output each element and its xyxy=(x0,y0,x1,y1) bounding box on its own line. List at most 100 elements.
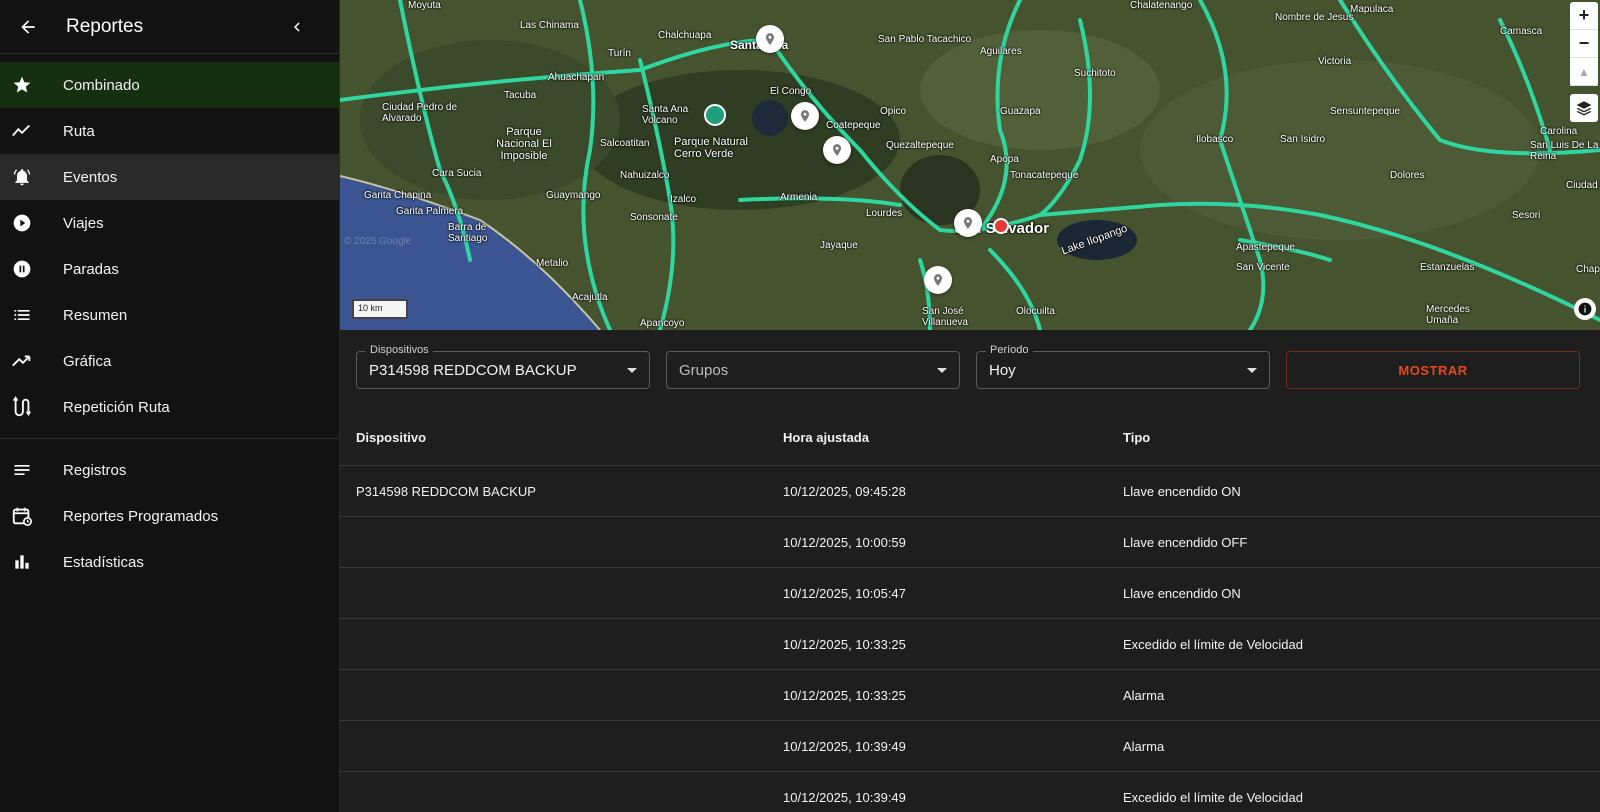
cell-time: 10/12/2025, 10:39:49 xyxy=(783,738,906,754)
table-row[interactable]: 10/12/2025, 10:33:25 Excedido el límite … xyxy=(340,619,1600,670)
sidebar-item-paradas[interactable]: Paradas xyxy=(0,246,339,292)
sidebar-item-label: Registros xyxy=(63,461,127,479)
cell-type: Alarma xyxy=(1123,687,1165,703)
cell-type: Llave encendido OFF xyxy=(1123,534,1248,550)
map-label: Nombre de Jesus xyxy=(1275,12,1354,23)
zoom-out-button[interactable]: − xyxy=(1570,30,1598,58)
sidebar-item-label: Estadísticas xyxy=(63,553,144,571)
main-content: Moyuta Las Chinama Chalchuapa Santa Ana … xyxy=(340,0,1600,812)
map-label: Dolores xyxy=(1390,170,1425,181)
sidebar-item-ruta[interactable]: Ruta xyxy=(0,108,339,154)
location-pin-icon[interactable] xyxy=(791,102,819,130)
map-label: Acajutla xyxy=(572,292,608,303)
map-label: Las Chinama xyxy=(520,20,579,31)
map-label: San Isidro xyxy=(1280,134,1326,145)
map-label: Opico xyxy=(880,106,907,117)
sidebar-item-label: Repetición Ruta xyxy=(63,398,170,416)
devices-value: P314598 REDDCOM BACKUP xyxy=(369,361,577,379)
map-label: Tacuba xyxy=(504,90,537,101)
map[interactable]: Moyuta Las Chinama Chalchuapa Santa Ana … xyxy=(340,0,1600,330)
sidebar-item-repeticion-ruta[interactable]: Repetición Ruta xyxy=(0,384,339,430)
cell-type: Excedido el límite de Velocidad xyxy=(1123,636,1303,652)
sidebar-item-label: Resumen xyxy=(63,306,128,324)
map-label: Moyuta xyxy=(408,0,441,11)
map-label: Ahuachapan xyxy=(548,72,605,83)
location-pin-icon[interactable] xyxy=(954,209,982,237)
sidebar-item-label: Combinado xyxy=(63,76,140,94)
map-label: Apopa xyxy=(990,154,1019,165)
map-label: Estanzuelas xyxy=(1420,262,1475,273)
sidebar-item-eventos[interactable]: Eventos xyxy=(0,154,339,200)
info-icon[interactable] xyxy=(1574,298,1596,320)
table-row[interactable]: 10/12/2025, 10:05:47 Llave encendido ON xyxy=(340,568,1600,619)
map-label: San José Villanueva xyxy=(922,306,968,328)
cell-time: 10/12/2025, 09:45:28 xyxy=(783,483,906,499)
chevron-left-icon[interactable] xyxy=(285,15,309,39)
groups-select[interactable]: Grupos xyxy=(666,351,960,389)
table-row[interactable]: 10/12/2025, 10:39:49 Excedido el límite … xyxy=(340,772,1600,812)
sidebar-item-grafica[interactable]: Gráfica xyxy=(0,338,339,384)
map-label: Apastepeque xyxy=(1236,242,1295,253)
sidebar-item-label: Paradas xyxy=(63,260,119,278)
map-label: El Congo xyxy=(770,86,812,97)
map-label: San Vicente xyxy=(1236,262,1290,273)
sidebar-item-label: Viajes xyxy=(63,214,104,232)
map-label: Santa Ana Volcano xyxy=(642,104,689,126)
location-pin-icon[interactable] xyxy=(756,25,784,53)
route-line-icon xyxy=(10,119,34,143)
devices-select[interactable]: Dispositivos P314598 REDDCOM BACKUP xyxy=(356,344,650,389)
pause-circle-icon xyxy=(10,257,34,281)
dropdown-arrow-icon xyxy=(937,367,947,373)
location-pin-icon[interactable] xyxy=(924,266,952,294)
sidebar-item-resumen[interactable]: Resumen xyxy=(0,292,339,338)
map-label: Guaymango xyxy=(546,190,601,201)
list-icon xyxy=(10,303,34,327)
bar-chart-icon xyxy=(10,550,34,574)
map-label: Apancoyo xyxy=(640,318,685,329)
sidebar-item-viajes[interactable]: Viajes xyxy=(0,200,339,246)
sidebar-item-reportes-programados[interactable]: Reportes Programados xyxy=(0,493,339,539)
menu-divider xyxy=(0,438,339,439)
map-label: Armenia xyxy=(780,192,818,203)
sidebar-item-combinado[interactable]: Combinado xyxy=(0,62,339,108)
map-label: Guazapa xyxy=(1000,106,1041,117)
map-label: Barra de Santiago xyxy=(448,222,488,244)
sidebar-title: Reportes xyxy=(66,15,144,37)
table-row[interactable]: 10/12/2025, 10:33:25 Alarma xyxy=(340,670,1600,721)
map-label: Izalco xyxy=(670,194,697,205)
compass-icon[interactable]: ▲ xyxy=(1570,58,1598,86)
cell-type: Excedido el límite de Velocidad xyxy=(1123,789,1303,805)
layers-icon[interactable] xyxy=(1570,94,1598,122)
groups-placeholder: Grupos xyxy=(679,361,729,379)
sidebar-item-estadisticas[interactable]: Estadísticas xyxy=(0,539,339,585)
map-label: Jayaque xyxy=(820,240,858,251)
table-row[interactable]: 10/12/2025, 10:00:59 Llave encendido OFF xyxy=(340,517,1600,568)
alarm-marker-icon[interactable] xyxy=(993,218,1009,234)
events-table: Dispositivo Hora ajustada Tipo P314598 R… xyxy=(340,410,1600,812)
map-label: Carolina xyxy=(1540,126,1578,137)
map-label: Ciudad B xyxy=(1566,180,1600,191)
period-select[interactable]: Período Hoy xyxy=(976,344,1270,389)
table-row[interactable]: 10/12/2025, 10:39:49 Alarma xyxy=(340,721,1600,772)
map-label: Sesori xyxy=(1512,210,1541,221)
map-label: Tonacatepeque xyxy=(1010,170,1079,181)
sidebar-item-label: Gráfica xyxy=(63,352,112,370)
column-header-device[interactable]: Dispositivo xyxy=(340,430,783,445)
table-row[interactable]: P314598 REDDCOM BACKUP 10/12/2025, 09:45… xyxy=(340,466,1600,517)
map-label: Garita Chapina xyxy=(364,190,432,201)
column-header-time[interactable]: Hora ajustada xyxy=(783,430,1123,445)
play-circle-icon xyxy=(10,211,34,235)
column-header-type[interactable]: Tipo xyxy=(1123,430,1600,445)
location-pin-icon[interactable] xyxy=(823,136,851,164)
zoom-in-button[interactable]: + xyxy=(1570,2,1598,30)
map-label: Turín xyxy=(608,48,631,59)
map-label: Chalchuapa xyxy=(658,30,712,41)
map-terrain xyxy=(340,0,1600,330)
show-button[interactable]: MOSTRAR xyxy=(1286,351,1580,389)
map-label: Sonsonate xyxy=(630,212,678,223)
cell-time: 10/12/2025, 10:33:25 xyxy=(783,687,906,703)
back-arrow-icon[interactable] xyxy=(16,15,40,39)
map-label: Garita Palmera xyxy=(396,206,464,217)
sidebar-item-registros[interactable]: Registros xyxy=(0,447,339,493)
map-label: Chape xyxy=(1576,264,1600,275)
